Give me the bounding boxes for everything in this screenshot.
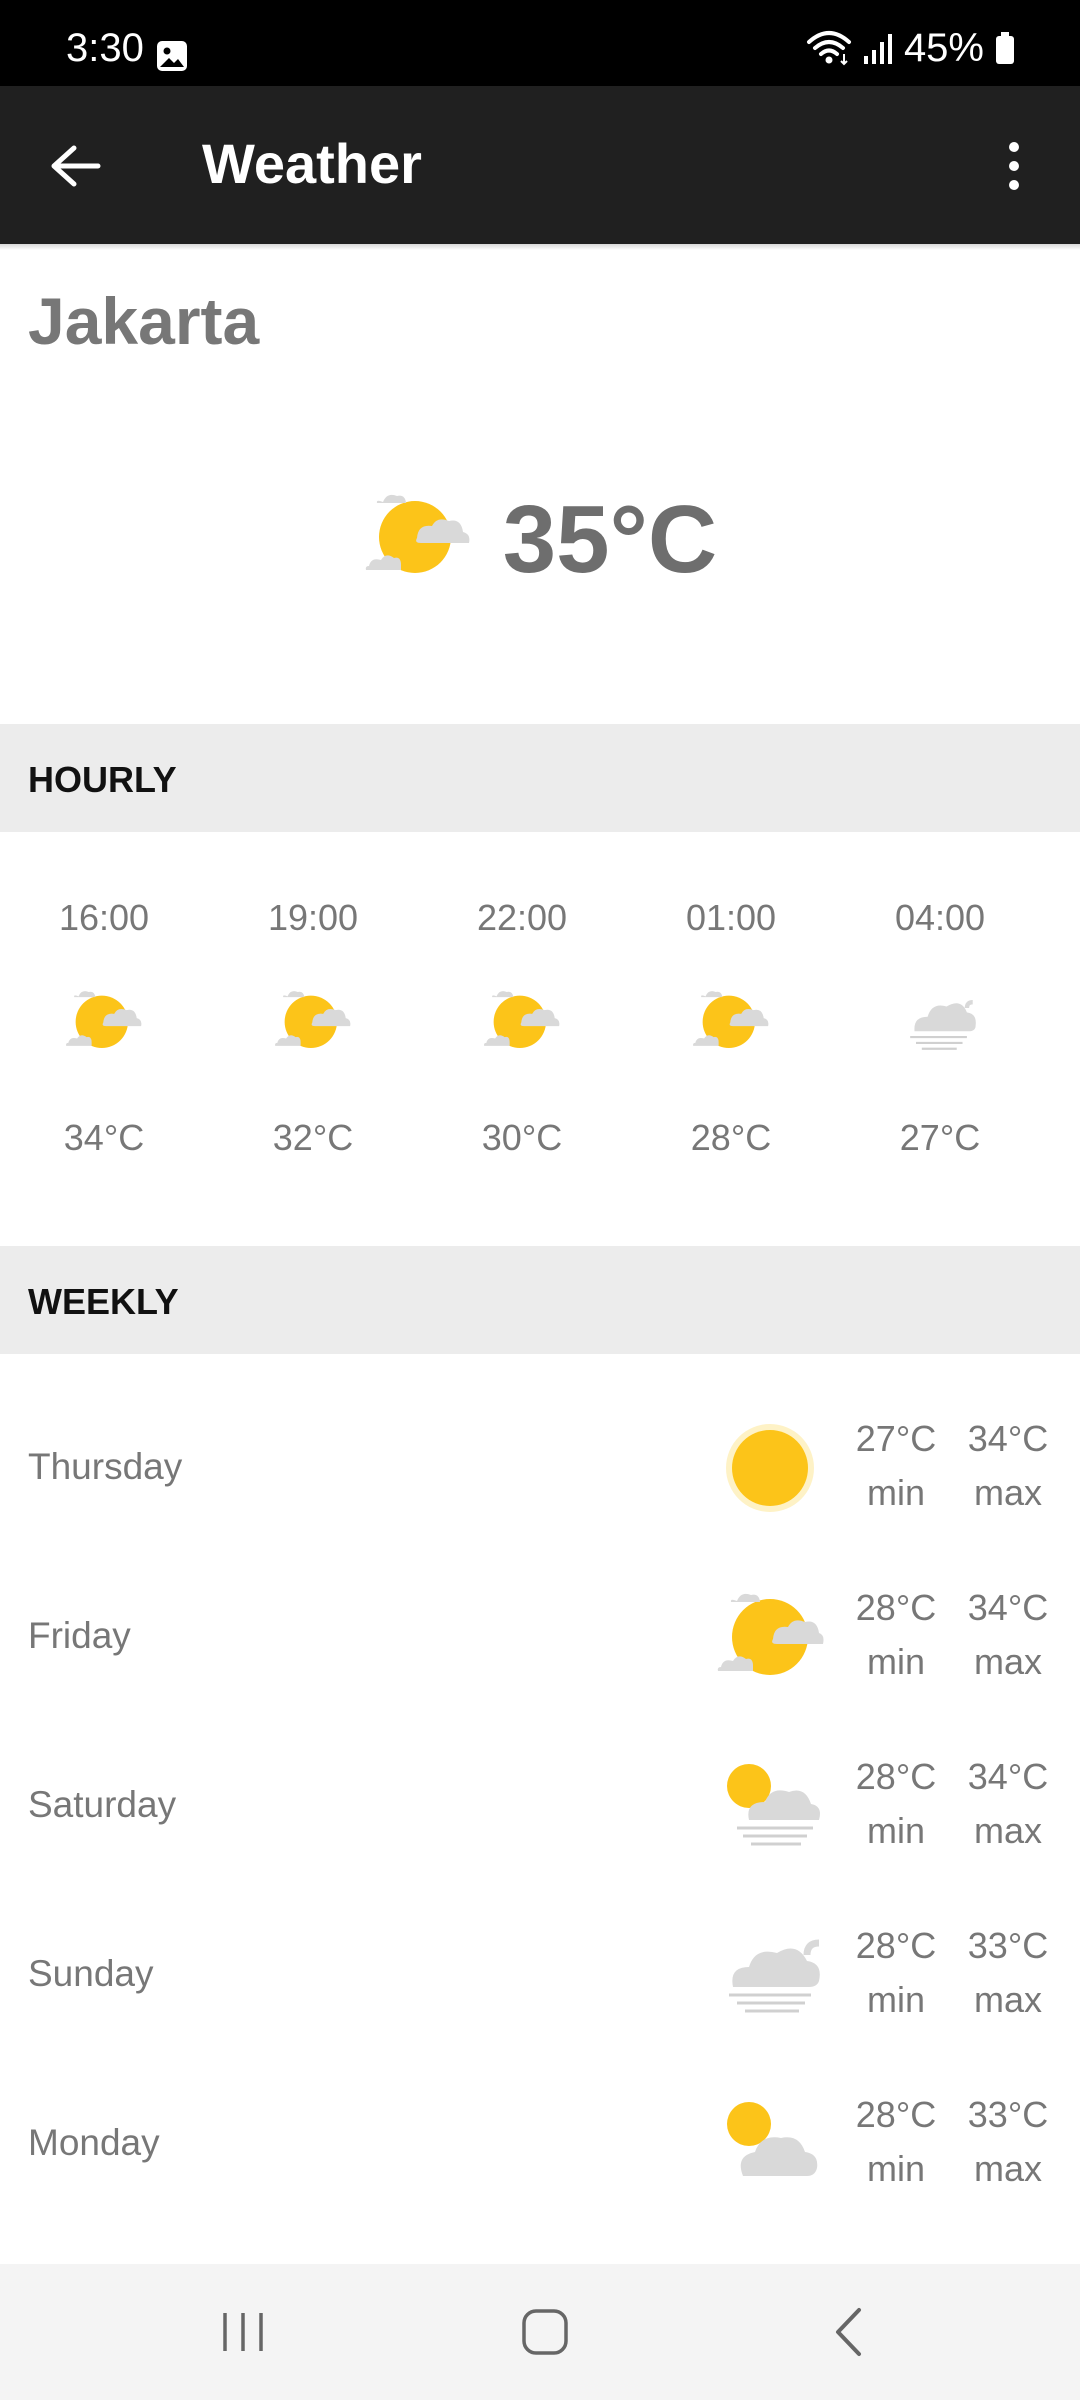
sunny-icon [726, 1424, 814, 1512]
min-value: 28°C [855, 2094, 937, 2135]
min-temperature: 28°C min [846, 2088, 946, 2196]
hour-temperature: 30°C [481, 1117, 563, 1158]
day-name: Friday [28, 1615, 131, 1656]
battery-icon [996, 32, 1014, 64]
arrow-left-icon [51, 145, 101, 187]
status-time: 3:30 [66, 26, 144, 70]
status-bar: 3:30 45% [0, 0, 1080, 86]
day-name: Monday [28, 2122, 160, 2163]
partly-cloudy-icon [66, 991, 142, 1048]
partly-cloudy-icon [693, 991, 769, 1048]
weekly-header-label: WEEKLY [28, 1281, 179, 1322]
hourly-header-label: HOURLY [28, 759, 177, 800]
home-button[interactable] [495, 2294, 595, 2370]
min-label: min [866, 1472, 925, 1513]
partly-cloudy-icon [365, 494, 470, 573]
min-label: min [866, 2148, 925, 2189]
min-temperature: 28°C min [846, 1750, 946, 1858]
hour-time: 16:00 [58, 897, 150, 938]
max-value: 33°C [967, 1925, 1049, 1966]
sun-behind-cloud-icon [727, 2102, 818, 2176]
current-weather: 35°C [0, 490, 1080, 590]
min-label: min [866, 1979, 925, 2020]
chevron-left-icon [836, 2308, 861, 2356]
hour-time: 22:00 [476, 897, 568, 938]
more-vertical-icon [1009, 142, 1019, 190]
max-temperature: 34°C max [958, 1412, 1058, 1520]
min-value: 28°C [855, 1587, 937, 1628]
max-label: max [973, 1641, 1042, 1682]
min-value: 27°C [855, 1418, 937, 1459]
hour-temperature: 28°C [690, 1117, 772, 1158]
max-temperature: 33°C max [958, 1919, 1058, 2027]
day-name: Saturday [28, 1784, 177, 1825]
recent-apps-button[interactable] [193, 2294, 293, 2370]
battery-percentage: 45% [903, 26, 984, 70]
signal-icon [863, 34, 892, 64]
max-temperature: 33°C max [958, 2088, 1058, 2196]
hour-temperature: 27°C [899, 1117, 981, 1158]
max-label: max [973, 1810, 1042, 1851]
sun-haze-icon [727, 1764, 820, 1846]
page-title: Weather [202, 132, 422, 195]
partly-cloudy-icon [484, 991, 560, 1048]
home-icon [522, 2309, 568, 2355]
weekly-row: Sunday 28°C min 33°C max [0, 1893, 1080, 2062]
min-value: 28°C [855, 1756, 937, 1797]
max-value: 34°C [967, 1756, 1049, 1797]
max-temperature: 34°C max [958, 1750, 1058, 1858]
day-name: Sunday [28, 1953, 154, 1994]
overflow-menu-button[interactable] [978, 130, 1050, 202]
weekly-header: WEEKLY [0, 1246, 1080, 1354]
weekly-row: Saturday 28°C min 34°C max [0, 1724, 1080, 1893]
back-button[interactable] [40, 130, 112, 202]
min-label: min [866, 1641, 925, 1682]
recent-apps-icon [223, 2313, 263, 2351]
wifi-icon [806, 31, 851, 66]
hourly-forecast: 16:00 34°C 19:00 32°C 22:00 30°C 01:00 2… [0, 834, 1080, 1244]
city-name: Jakarta [28, 284, 260, 358]
max-value: 33°C [967, 2094, 1049, 2135]
max-label: max [973, 1979, 1042, 2020]
min-temperature: 28°C min [846, 1919, 946, 2027]
min-temperature: 27°C min [846, 1412, 946, 1520]
hour-time: 04:00 [894, 897, 986, 938]
status-indicators: 45% [806, 28, 1016, 68]
weekly-row: Friday 28°C min 34°C max [0, 1555, 1080, 1724]
partly-cloudy-icon [275, 991, 351, 1048]
min-label: min [866, 1810, 925, 1851]
app-bar: Weather [0, 86, 1080, 244]
cloud-haze-icon [729, 1939, 820, 2013]
hour-time: 01:00 [685, 897, 777, 938]
gallery-notification-icon [157, 41, 187, 71]
fog-icon [910, 1000, 976, 1050]
max-label: max [973, 2148, 1042, 2189]
max-value: 34°C [967, 1418, 1049, 1459]
max-temperature: 34°C max [958, 1581, 1058, 1689]
system-navigation-bar [0, 2264, 1080, 2400]
max-value: 34°C [967, 1587, 1049, 1628]
day-name: Thursday [28, 1446, 183, 1487]
weekly-row: Thursday 27°C min 34°C max [0, 1386, 1080, 1555]
hourly-header: HOURLY [0, 724, 1080, 832]
min-value: 28°C [855, 1925, 937, 1966]
hour-temperature: 34°C [63, 1117, 145, 1158]
weekly-row: Monday 28°C min 33°C max [0, 2062, 1080, 2231]
partly-cloudy-icon [717, 1593, 824, 1675]
min-temperature: 28°C min [846, 1581, 946, 1689]
current-temperature: 35°C [502, 486, 718, 593]
hour-time: 19:00 [267, 897, 359, 938]
max-label: max [973, 1472, 1042, 1513]
nav-back-button[interactable] [798, 2294, 898, 2370]
hour-temperature: 32°C [272, 1117, 354, 1158]
app-bar-shadow [0, 244, 1080, 250]
